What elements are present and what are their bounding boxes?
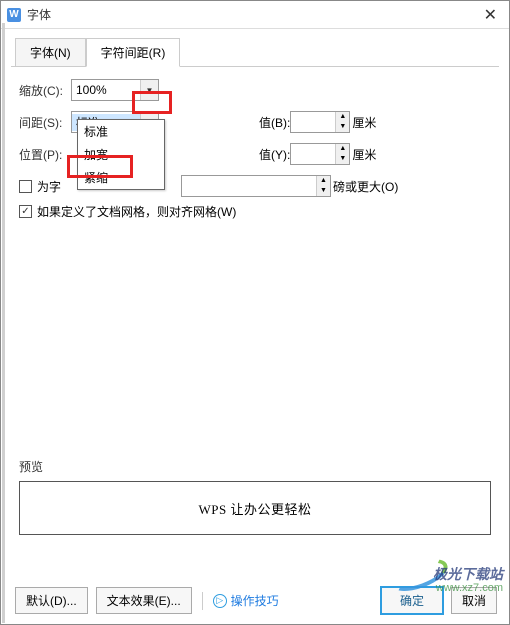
tab-strip: 字体(N) 字符间距(R) [1, 29, 509, 66]
snap-grid-label: 如果定义了文档网格，则对齐网格(W) [37, 203, 236, 220]
play-icon: ▷ [213, 594, 227, 608]
spin-up-icon[interactable]: ▲ [336, 144, 349, 154]
default-button[interactable]: 默认(D)... [15, 587, 88, 614]
scale-value: 100% [72, 83, 140, 97]
spin-up-icon[interactable]: ▲ [317, 176, 330, 186]
value-y-input[interactable] [291, 144, 335, 164]
scale-combo[interactable]: 100% ▼ [71, 79, 159, 101]
dropdown-item-expanded[interactable]: 加宽 [78, 143, 164, 166]
preview-text: WPS 让办公更轻松 [199, 499, 312, 518]
preview-label: 预览 [19, 458, 491, 475]
unit-cm-y: 厘米 [352, 146, 376, 163]
preview-box: WPS 让办公更轻松 [19, 481, 491, 535]
dialog-button-bar: 默认(D)... 文本效果(E)... ▷ 操作技巧 确定 取消 [1, 577, 509, 624]
tab-char-spacing[interactable]: 字符间距(R) [86, 38, 181, 67]
app-icon: W [7, 8, 21, 22]
cancel-button[interactable]: 取消 [451, 587, 497, 614]
spin-up-icon[interactable]: ▲ [336, 112, 349, 122]
snap-grid-checkbox[interactable]: ✓ [19, 205, 32, 218]
position-label: 位置(P): [19, 146, 71, 163]
tips-link[interactable]: ▷ 操作技巧 [213, 592, 279, 609]
kerning-checkbox[interactable] [19, 180, 32, 193]
value-y-spinner[interactable]: ▲▼ [290, 143, 350, 165]
titlebar: W 字体 ✕ [1, 1, 509, 29]
value-b-label: 值(B): [259, 114, 290, 131]
pts-or-more-label: 磅或更大(O) [333, 178, 398, 195]
text-effect-button[interactable]: 文本效果(E)... [96, 587, 192, 614]
window-left-edge [2, 23, 5, 623]
spacing-label: 间距(S): [19, 114, 71, 131]
value-y-label: 值(Y): [259, 146, 290, 163]
spin-down-icon[interactable]: ▼ [336, 122, 349, 132]
kerning-pts-spinner[interactable]: ▲▼ [181, 175, 331, 197]
value-b-input[interactable] [291, 112, 335, 132]
spacing-dropdown[interactable]: 标准 加宽 紧缩 [77, 119, 165, 190]
separator [202, 592, 203, 610]
scale-label: 缩放(C): [19, 82, 71, 99]
kerning-label: 为字 [37, 178, 61, 195]
close-icon[interactable]: ✕ [478, 5, 503, 25]
tab-font[interactable]: 字体(N) [15, 38, 86, 67]
kerning-pts-input[interactable] [182, 176, 316, 196]
font-dialog: W 字体 ✕ 字体(N) 字符间距(R) 缩放(C): 100% ▼ 间距(S)… [0, 0, 510, 625]
tips-label: 操作技巧 [231, 592, 279, 609]
window-title: 字体 [27, 6, 478, 23]
dropdown-item-condensed[interactable]: 紧缩 [78, 166, 164, 189]
dropdown-item-standard[interactable]: 标准 [78, 120, 164, 143]
ok-button[interactable]: 确定 [381, 587, 443, 614]
chevron-down-icon[interactable]: ▼ [140, 80, 158, 100]
value-b-spinner[interactable]: ▲▼ [290, 111, 350, 133]
spin-down-icon[interactable]: ▼ [317, 186, 330, 196]
spin-down-icon[interactable]: ▼ [336, 154, 349, 164]
unit-cm-b: 厘米 [352, 114, 376, 131]
